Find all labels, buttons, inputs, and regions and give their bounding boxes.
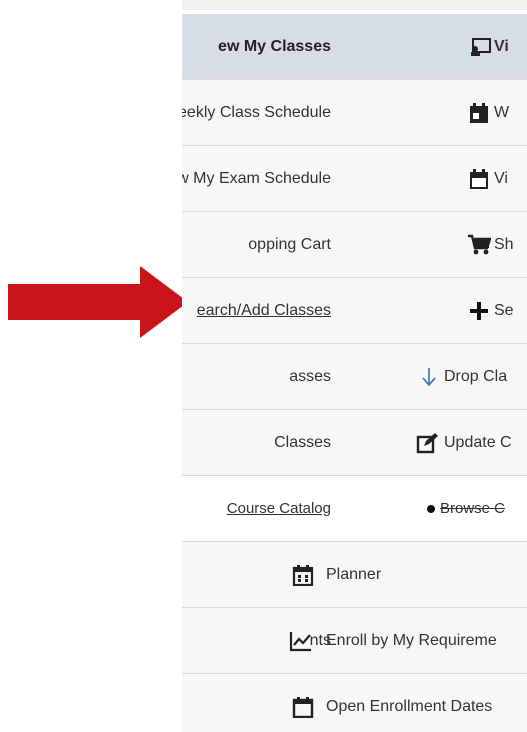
plus-icon <box>466 298 492 324</box>
calendar-week-icon <box>466 100 492 126</box>
menu-row-exam-schedule[interactable]: ew My Exam Schedule Vi <box>182 146 527 212</box>
row-left-label: earch/Add Classes <box>196 301 331 319</box>
row-right-label: Drop Cla <box>444 367 508 385</box>
red-arrow-right-icon <box>8 266 188 338</box>
row-left-label: ew My Classes <box>218 37 331 55</box>
row-right-label: Enroll by My Requireme <box>326 631 497 649</box>
edit-icon <box>414 430 440 456</box>
calendar-icon <box>466 166 492 192</box>
menu-row-shopping-cart[interactable]: opping Cart Sh <box>182 212 527 278</box>
menu-row-weekly-schedule[interactable]: eekly Class Schedule W <box>182 80 527 146</box>
row-right-label: Update C <box>444 433 512 451</box>
row-right-label: Planner <box>326 565 382 583</box>
menu-row-drop-classes[interactable]: asses Drop Cla <box>182 344 527 410</box>
row-right-label: Open Enrollment Dates <box>326 697 493 715</box>
menu-row-search-add[interactable]: earch/Add Classes Se <box>182 278 527 344</box>
row-right-label: W <box>494 103 510 121</box>
row-left-label: Classes <box>274 433 331 451</box>
row-left-label: ew My Exam Schedule <box>182 169 331 187</box>
row-left-label: asses <box>289 367 331 385</box>
calendar-outline-icon <box>290 694 316 720</box>
row-right-label: Browse C <box>440 500 506 517</box>
menu-row-planner[interactable]: Planner <box>182 542 527 608</box>
menu-row-update-classes[interactable]: Classes Update C <box>182 410 527 476</box>
row-left-label: opping Cart <box>248 235 331 253</box>
planner-icon <box>290 562 316 588</box>
menu-row-view-my-classes[interactable]: ew My Classes Vi <box>182 14 527 80</box>
chart-line-icon <box>288 628 314 654</box>
row-right-label: Se <box>494 301 514 319</box>
row-left-label: eekly Class Schedule <box>182 103 331 121</box>
monitor-classroom-icon <box>468 34 494 60</box>
class-menu-panel: ew My Classes Vi eekly Class Schedule W … <box>182 0 527 732</box>
menu-row-enroll-requirements[interactable]: nts Enroll by My Requireme <box>182 608 527 674</box>
row-left-label: Course Catalog <box>226 500 331 517</box>
row-right-label: Vi <box>494 169 508 187</box>
arrow-down-icon <box>416 364 442 390</box>
row-right-label: Vi <box>494 37 509 55</box>
top-bar <box>182 0 527 10</box>
menu-row-browse-catalog[interactable]: Course Catalog Browse C <box>182 476 527 542</box>
menu-row-open-enrollment-dates[interactable]: Open Enrollment Dates <box>182 674 527 732</box>
row-right-label: Sh <box>494 235 514 253</box>
cart-icon <box>466 232 492 258</box>
